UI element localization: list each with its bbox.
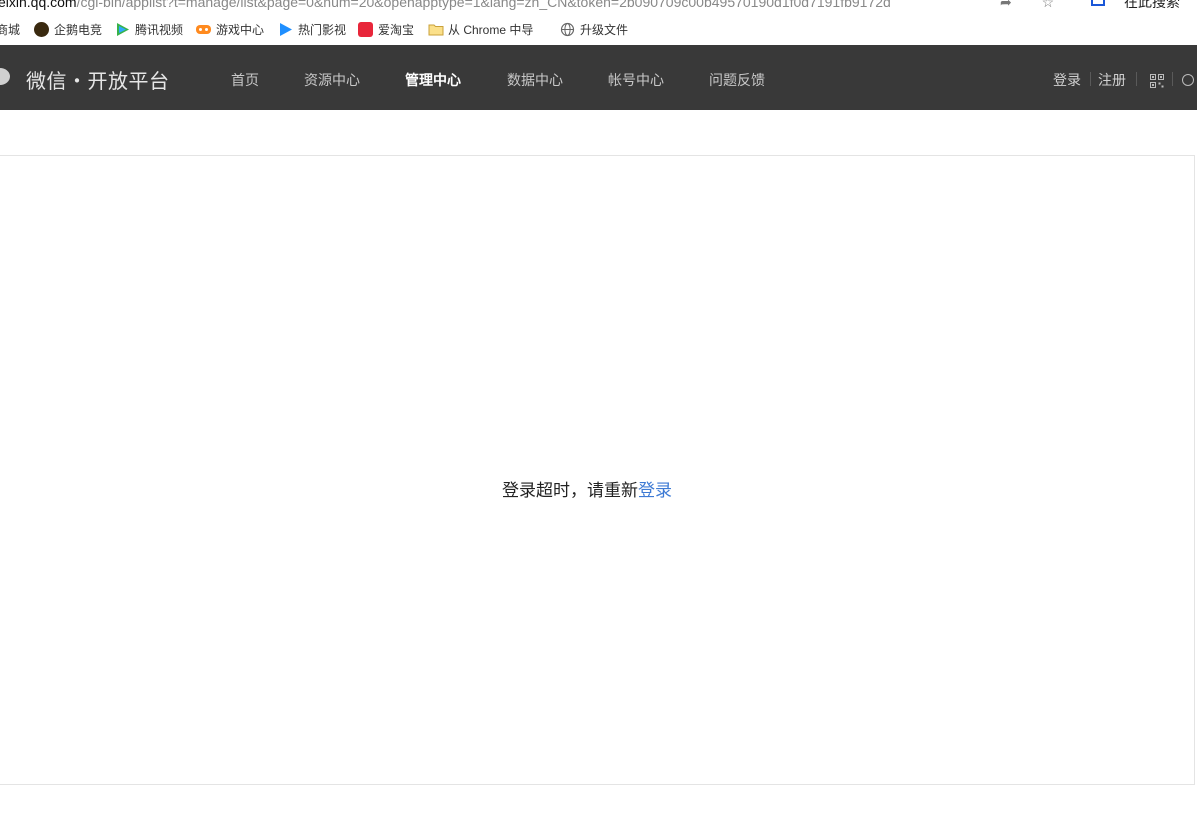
search-here-label[interactable]: 在此搜索 xyxy=(1124,0,1180,9)
bookmark-label: 腾讯视频 xyxy=(135,23,184,37)
main-content-panel: 登录超时，请重新登录 xyxy=(0,155,1195,785)
bookmark-item-penguin-esports[interactable]: 企鹅电竞 xyxy=(34,22,102,39)
share-icon[interactable]: ➦ xyxy=(1000,0,1012,9)
nav-item-home[interactable]: 首页 xyxy=(231,70,259,90)
folder-icon xyxy=(428,22,444,37)
nav-item-account-center[interactable]: 帐号中心 xyxy=(608,70,664,90)
address-url[interactable]: eixin.qq.com/cgi-bin/applist?t=manage/li… xyxy=(0,0,891,10)
session-timeout-message: 登录超时，请重新登录 xyxy=(0,476,1175,501)
bookmark-label: 游戏中心 xyxy=(216,23,265,37)
top-navigation: 微信・开放平台 首页 资源中心 管理中心 数据中心 帐号中心 问题反馈 登录 注… xyxy=(0,45,1197,110)
nav-item-feedback[interactable]: 问题反馈 xyxy=(709,70,765,90)
nav-divider xyxy=(1136,72,1137,86)
nav-item-management-center[interactable]: 管理中心 xyxy=(405,70,461,90)
bookmark-item-ai-taobao[interactable]: 爱淘宝 xyxy=(358,22,414,39)
globe-icon xyxy=(560,22,575,37)
nav-divider xyxy=(1090,72,1091,86)
bookmark-label: 从 Chrome 中导 xyxy=(448,23,534,37)
bookmark-label: 商城 xyxy=(0,23,21,37)
bookmark-item-imported-folder[interactable]: 从 Chrome 中导 xyxy=(428,22,533,39)
tencent-video-icon xyxy=(115,22,130,37)
bookmark-label: 热门影视 xyxy=(298,23,347,37)
bookmark-label: 升级文件 xyxy=(580,23,629,37)
nav-item-data-center[interactable]: 数据中心 xyxy=(507,70,563,90)
ai-taobao-icon xyxy=(358,22,373,37)
url-host: eixin.qq.com xyxy=(0,0,77,10)
qrcode-icon[interactable] xyxy=(1150,73,1164,88)
bookmark-label: 爱淘宝 xyxy=(378,23,415,37)
game-center-icon xyxy=(196,22,211,37)
bookmarks-bar: 商城 企鹅电竞 腾讯视频 游戏中心 热门影视 爱淘宝 从 Chrome 中导 升… xyxy=(0,16,1197,46)
nav-item-resource-center[interactable]: 资源中心 xyxy=(304,70,360,90)
bookmark-label: 企鹅电竞 xyxy=(54,23,103,37)
bookmark-item-upgrade-file[interactable]: 升级文件 xyxy=(560,22,628,39)
bookmark-item-game-center[interactable]: 游戏中心 xyxy=(196,22,264,39)
login-link[interactable]: 登录 xyxy=(1053,70,1081,90)
nav-divider xyxy=(1172,72,1173,86)
language-globe-icon[interactable] xyxy=(1182,74,1194,86)
wechat-logo-icon[interactable] xyxy=(0,68,10,85)
penguin-esports-icon xyxy=(34,22,49,37)
relogin-link[interactable]: 登录 xyxy=(638,481,672,501)
timeout-text: 登录超时，请重新 xyxy=(502,481,638,501)
bookmark-item-shop[interactable]: 商城 xyxy=(0,22,20,39)
browser-address-bar[interactable]: eixin.qq.com/cgi-bin/applist?t=manage/li… xyxy=(0,0,1197,14)
brand-title[interactable]: 微信・开放平台 xyxy=(26,65,170,94)
extension-icon[interactable] xyxy=(1091,0,1105,6)
address-bar-tools: ➦ ☆ xyxy=(1000,0,1080,10)
bookmark-item-hot-video[interactable]: 热门影视 xyxy=(278,22,346,39)
register-link[interactable]: 注册 xyxy=(1098,70,1126,90)
bookmark-star-icon[interactable]: ☆ xyxy=(1042,0,1055,9)
bookmark-item-tencent-video[interactable]: 腾讯视频 xyxy=(115,22,183,39)
hot-video-icon xyxy=(278,22,293,37)
url-path: /cgi-bin/applist?t=manage/list&page=0&nu… xyxy=(76,0,891,10)
